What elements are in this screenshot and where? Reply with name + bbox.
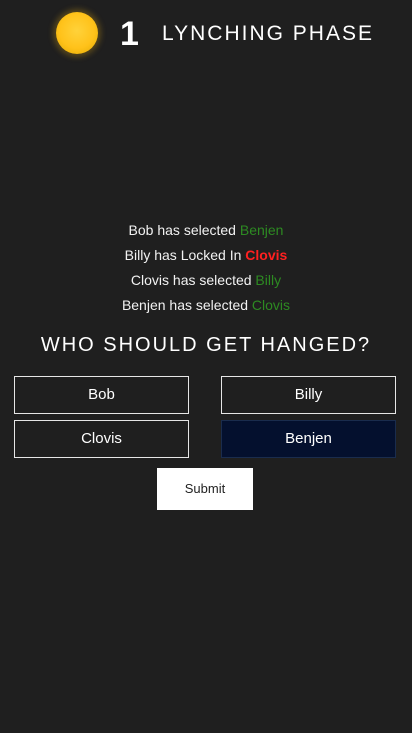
log-actor: Clovis: [130, 272, 170, 288]
log-line: Billy has Locked In Clovis: [0, 243, 412, 268]
log-target-locked: Clovis: [245, 247, 288, 263]
log-target: Benjen: [239, 222, 284, 238]
vote-question: WHO SHOULD GET HANGED?: [40, 334, 372, 356]
log-verb: has Locked In: [150, 247, 246, 263]
log-line: Clovis has selected Billy: [0, 268, 412, 293]
sun-icon: [56, 12, 98, 54]
vote-button-billy[interactable]: Billy: [221, 376, 396, 414]
log-actor: Bob: [128, 222, 154, 238]
log-actor: Benjen: [121, 297, 166, 313]
vote-button-clovis[interactable]: Clovis: [14, 420, 189, 458]
log-verb: has selected: [165, 297, 252, 313]
day-number: 1: [120, 15, 140, 53]
vote-log: Bob has selected Benjen Billy has Locked…: [0, 218, 412, 318]
log-line: Bob has selected Benjen: [0, 218, 412, 243]
phase-header: 1 LYNCHING PHASE: [0, 10, 412, 56]
log-target: Clovis: [251, 297, 291, 313]
log-verb: has selected: [169, 272, 256, 288]
log-verb: has selected: [153, 222, 240, 238]
log-target: Billy: [255, 272, 282, 288]
phase-title: LYNCHING PHASE: [162, 22, 374, 45]
log-line: Benjen has selected Clovis: [0, 293, 412, 318]
submit-button[interactable]: Submit: [157, 468, 253, 510]
vote-button-benjen[interactable]: Benjen: [221, 420, 396, 458]
log-actor: Billy: [124, 247, 151, 263]
vote-button-bob[interactable]: Bob: [14, 376, 189, 414]
